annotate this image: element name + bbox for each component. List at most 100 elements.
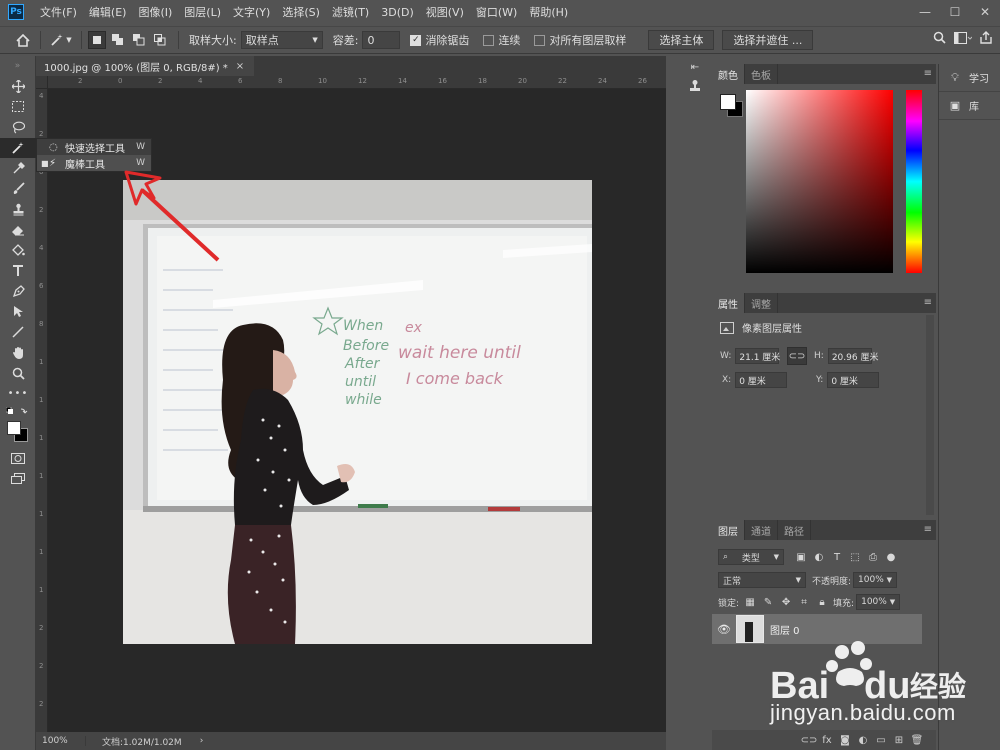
select-subject-button[interactable]: 选择主体: [648, 30, 715, 50]
lock-position-icon[interactable]: ✥: [779, 595, 793, 609]
stamp-tool[interactable]: [0, 199, 36, 220]
contiguous-checkbox[interactable]: [483, 34, 495, 46]
panel-menu-icon[interactable]: ≡: [924, 524, 932, 535]
intersect-selection-button[interactable]: [151, 31, 169, 49]
height-input[interactable]: 20.96 厘米: [827, 348, 878, 364]
new-selection-button[interactable]: [88, 31, 106, 49]
menu-layer[interactable]: 图层(L): [178, 4, 227, 20]
close-button[interactable]: ✕: [970, 0, 1000, 24]
filter-smart-object-icon[interactable]: ⎙: [866, 550, 880, 564]
lock-transparent-icon[interactable]: ▦: [743, 595, 757, 609]
menu-edit[interactable]: 编辑(E): [83, 4, 133, 20]
path-select-tool[interactable]: [0, 302, 36, 323]
x-input[interactable]: 0 厘米: [735, 372, 788, 388]
move-tool[interactable]: [0, 76, 36, 97]
fill-input[interactable]: 100% ▼: [856, 594, 901, 610]
learn-button[interactable]: 💡︎ 学习: [939, 64, 1000, 92]
color-picker-field[interactable]: [746, 90, 893, 273]
type-tool[interactable]: [0, 261, 36, 282]
brush-tool[interactable]: [0, 179, 36, 200]
tab-swatches[interactable]: 色板: [745, 64, 778, 84]
library-button[interactable]: ▣ 库: [939, 92, 1000, 120]
status-menu-arrow[interactable]: ›: [200, 736, 204, 746]
ruler-v-label: 1: [39, 586, 44, 594]
tab-layers[interactable]: 图层: [712, 520, 745, 540]
menu-image[interactable]: 图像(I): [132, 4, 178, 20]
filter-shape-icon[interactable]: ⬚: [848, 550, 862, 564]
lock-artboard-icon[interactable]: ⌗: [797, 595, 811, 609]
eraser-tool[interactable]: [0, 220, 36, 241]
width-input[interactable]: 21.1 厘米: [735, 348, 780, 364]
magic-wand-tool[interactable]: [0, 137, 36, 158]
menu-file[interactable]: 文件(F): [34, 4, 83, 20]
maximize-button[interactable]: ☐: [940, 0, 970, 24]
collapse-grip-icon[interactable]: ⇤: [680, 62, 710, 73]
sample-size-select[interactable]: 取样点 ▼: [240, 31, 323, 49]
subtract-selection-button[interactable]: [130, 31, 148, 49]
menu-3d[interactable]: 3D(D): [375, 6, 420, 19]
layer-filter-select[interactable]: ⌕ 类型 ▼: [718, 549, 784, 565]
default-colors-row[interactable]: [0, 404, 36, 418]
properties-scrollbar[interactable]: [926, 315, 934, 515]
y-input[interactable]: 0 厘米: [827, 372, 880, 388]
tools-collapse-grip[interactable]: »: [0, 56, 35, 76]
tool-preset-picker[interactable]: ▼: [47, 30, 75, 50]
panel-menu-icon[interactable]: ≡: [924, 68, 932, 79]
tab-properties[interactable]: 属性: [712, 293, 745, 313]
flyout-quick-selection[interactable]: ◌ 快速选择工具 W: [37, 139, 151, 155]
eye-icon[interactable]: 👁︎: [712, 623, 736, 636]
tab-channels[interactable]: 通道: [745, 520, 778, 540]
menu-filter[interactable]: 滤镜(T): [326, 4, 375, 20]
line-tool[interactable]: [0, 322, 36, 343]
menu-select[interactable]: 选择(S): [276, 4, 326, 20]
add-selection-button[interactable]: [109, 31, 127, 49]
tab-adjustments[interactable]: 调整: [745, 293, 778, 313]
lock-all-icon[interactable]: 🔒︎: [815, 595, 829, 609]
hand-tool[interactable]: [0, 343, 36, 364]
zoom-level[interactable]: 100%: [36, 736, 86, 746]
hue-slider[interactable]: [906, 90, 922, 273]
document-tab[interactable]: 1000.jpg @ 100% (图层 0, RGB/8#) * ×: [36, 56, 255, 76]
blend-mode-select[interactable]: 正常 ▼: [718, 572, 806, 588]
filter-type-icon[interactable]: T: [830, 550, 844, 564]
minimize-button[interactable]: —: [910, 0, 940, 24]
quick-mask-button[interactable]: [0, 448, 36, 469]
stamp-history-icon[interactable]: [688, 79, 702, 93]
screen-mode-button[interactable]: [0, 469, 36, 490]
antialias-checkbox[interactable]: ✓: [410, 34, 422, 46]
status-bar: 100% 文档:1.02M/1.02M ›: [36, 732, 666, 750]
zoom-tool[interactable]: [0, 363, 36, 384]
close-icon[interactable]: ×: [236, 61, 244, 72]
workspace-icon[interactable]: [954, 31, 972, 44]
tab-paths[interactable]: 路径: [778, 520, 811, 540]
tolerance-input[interactable]: 0: [362, 31, 401, 49]
menu-type[interactable]: 文字(Y): [227, 4, 276, 20]
search-icon[interactable]: [933, 31, 946, 44]
foreground-color-swatch[interactable]: [7, 421, 21, 435]
menu-window[interactable]: 窗口(W): [470, 4, 523, 20]
select-and-mask-button[interactable]: 选择并遮住 ...: [722, 30, 814, 50]
filter-adjustment-icon[interactable]: ◐: [812, 550, 826, 564]
horizontal-ruler[interactable]: 2 0 2 4 6 8 10 12 14 16 18 20 22 24 26: [48, 76, 666, 89]
home-icon[interactable]: [12, 30, 34, 50]
all-layers-checkbox[interactable]: [534, 34, 546, 46]
ruler-origin[interactable]: [36, 76, 48, 89]
lasso-tool[interactable]: [0, 117, 36, 138]
vertical-ruler[interactable]: 42024681111111222: [36, 76, 48, 732]
share-icon[interactable]: [980, 31, 992, 44]
more-tools[interactable]: •••: [0, 384, 36, 405]
pen-tool[interactable]: [0, 281, 36, 302]
marquee-tool[interactable]: [0, 97, 36, 118]
eyedropper-tool[interactable]: [0, 158, 36, 179]
link-dimensions-icon[interactable]: ⊂⊃: [787, 347, 807, 365]
opacity-input[interactable]: 100% ▼: [853, 572, 898, 588]
paint-bucket-tool[interactable]: [0, 240, 36, 261]
menu-view[interactable]: 视图(V): [420, 4, 470, 20]
menu-help[interactable]: 帮助(H): [523, 4, 574, 20]
panel-menu-icon[interactable]: ≡: [924, 297, 932, 308]
filter-toggle-icon[interactable]: ●: [884, 550, 898, 564]
tab-color[interactable]: 颜色: [712, 64, 745, 84]
lock-brush-icon[interactable]: ✎: [761, 595, 775, 609]
foreground-color-swatch[interactable]: [720, 94, 736, 110]
filter-pixel-icon[interactable]: ▣: [794, 550, 808, 564]
